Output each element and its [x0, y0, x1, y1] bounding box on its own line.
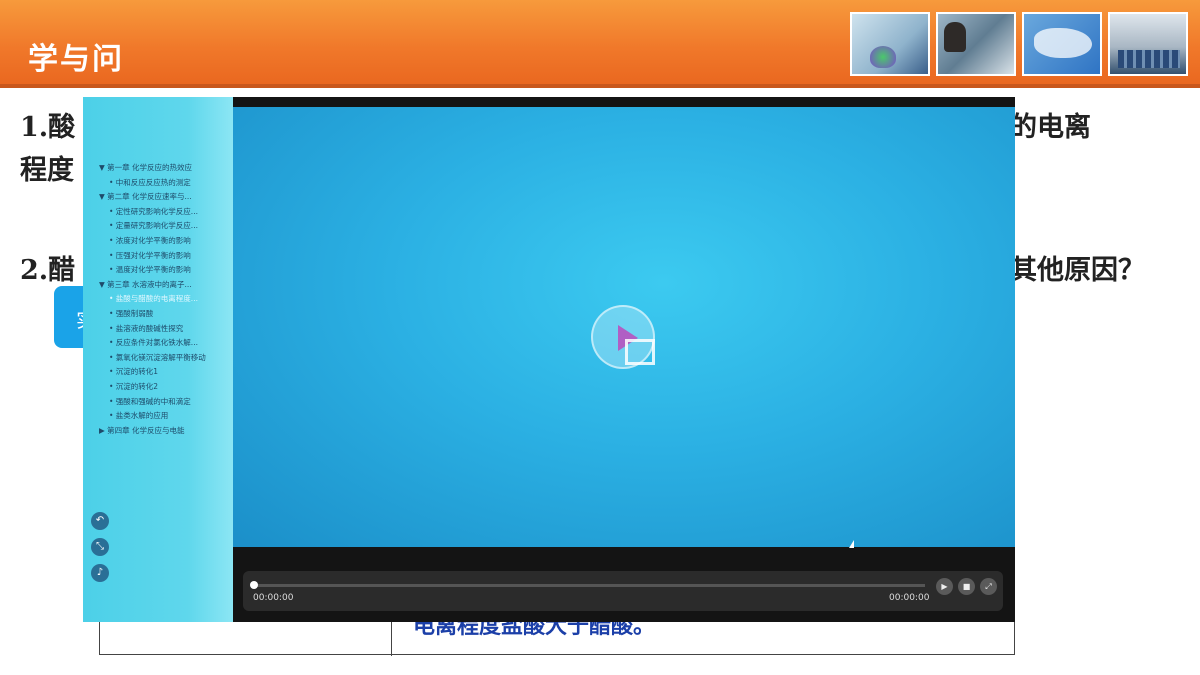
playlist-item[interactable]: • 盐类水解的应用 [99, 409, 233, 424]
playlist-item[interactable]: • 反应条件对氯化铁水解... [99, 336, 233, 351]
progress-knob[interactable] [250, 581, 258, 589]
playlist-item[interactable]: • 氯氧化镁沉淀溶解平衡移动 [99, 351, 233, 366]
playlist-item[interactable]: • 定量研究影响化学反应... [99, 219, 233, 234]
video-viewport[interactable] [233, 107, 1015, 548]
playlist-item[interactable]: • 盐溶液的酸碱性探究 [99, 322, 233, 337]
header-divider [0, 84, 1200, 88]
progress-track[interactable] [253, 584, 925, 587]
duration: 00:00:00 [889, 593, 930, 603]
play-icon[interactable]: ▶ [936, 578, 953, 595]
fullscreen-icon[interactable]: ⤢ [980, 578, 997, 595]
playlist-chapter[interactable]: ▶ 第四章 化学反应与电能 [99, 424, 233, 439]
playlist-item[interactable]: • 浓度对化学平衡的影响 [99, 234, 233, 249]
playlist-item[interactable]: • 强酸和强碱的中和滴定 [99, 395, 233, 410]
lab-flask-image [850, 12, 930, 76]
lecture-hall-image [1108, 12, 1188, 76]
question-1-end: 的电离 [1010, 112, 1091, 143]
overlay-square-icon [625, 339, 655, 365]
playlist-item[interactable]: • 沉淀的转化2 [99, 380, 233, 395]
playlist-chapter[interactable]: ▼ 第三章 水溶液中的离子... [99, 278, 233, 293]
playlist-item[interactable]: • 沉淀的转化1 [99, 365, 233, 380]
volume-icon[interactable]: ♪ [91, 564, 109, 582]
playlist-item[interactable]: • 压强对化学平衡的影响 [99, 249, 233, 264]
slide-header: 学与问 [0, 0, 1200, 88]
world-map-image [1022, 12, 1102, 76]
playlist-chapter[interactable]: ▼ 第二章 化学反应速率与... [99, 190, 233, 205]
header-image-strip [850, 12, 1188, 76]
question-1-start: 1.酸 [20, 112, 76, 143]
stop-icon[interactable]: ■ [958, 578, 975, 595]
sidebar-icon-group: ↶ ⤡ ♪ [91, 512, 109, 590]
playlist-item[interactable]: • 温度对化学平衡的影响 [99, 263, 233, 278]
slide-title: 学与问 [28, 42, 124, 77]
video-screen: 00:00:00 00:00:00 ▶ ■ ⤢ [233, 97, 1015, 622]
question-1-line2: 程度 [20, 155, 74, 186]
playlist-item[interactable]: • 盐酸与醋酸的电离程度... [99, 292, 233, 307]
playlist-item[interactable]: • 定性研究影响化学反应... [99, 205, 233, 220]
playback-controls: 00:00:00 00:00:00 ▶ ■ ⤢ [243, 571, 1003, 611]
playlist-chapter[interactable]: ▼ 第一章 化学反应的热效应 [99, 161, 233, 176]
mouse-cursor-icon [849, 540, 854, 548]
current-time: 00:00:00 [253, 593, 294, 603]
playlist-sidebar: ▼ 第一章 化学反应的热效应 • 中和反应反应热的测定 ▼ 第二章 化学反应速率与.… [83, 97, 233, 622]
video-player: ▼ 第一章 化学反应的热效应 • 中和反应反应热的测定 ▼ 第二章 化学反应速率与.… [83, 97, 1015, 622]
question-2-start: 2.醋 [20, 255, 76, 286]
back-icon[interactable]: ↶ [91, 512, 109, 530]
question-2-end: 其他原因？ [1010, 255, 1145, 286]
computer-user-image [936, 12, 1016, 76]
shrink-icon[interactable]: ⤡ [91, 538, 109, 556]
playlist-item[interactable]: • 中和反应反应热的测定 [99, 176, 233, 191]
playlist-toc: ▼ 第一章 化学反应的热效应 • 中和反应反应热的测定 ▼ 第二章 化学反应速率与.… [99, 161, 233, 438]
playlist-item[interactable]: • 强酸制弱酸 [99, 307, 233, 322]
